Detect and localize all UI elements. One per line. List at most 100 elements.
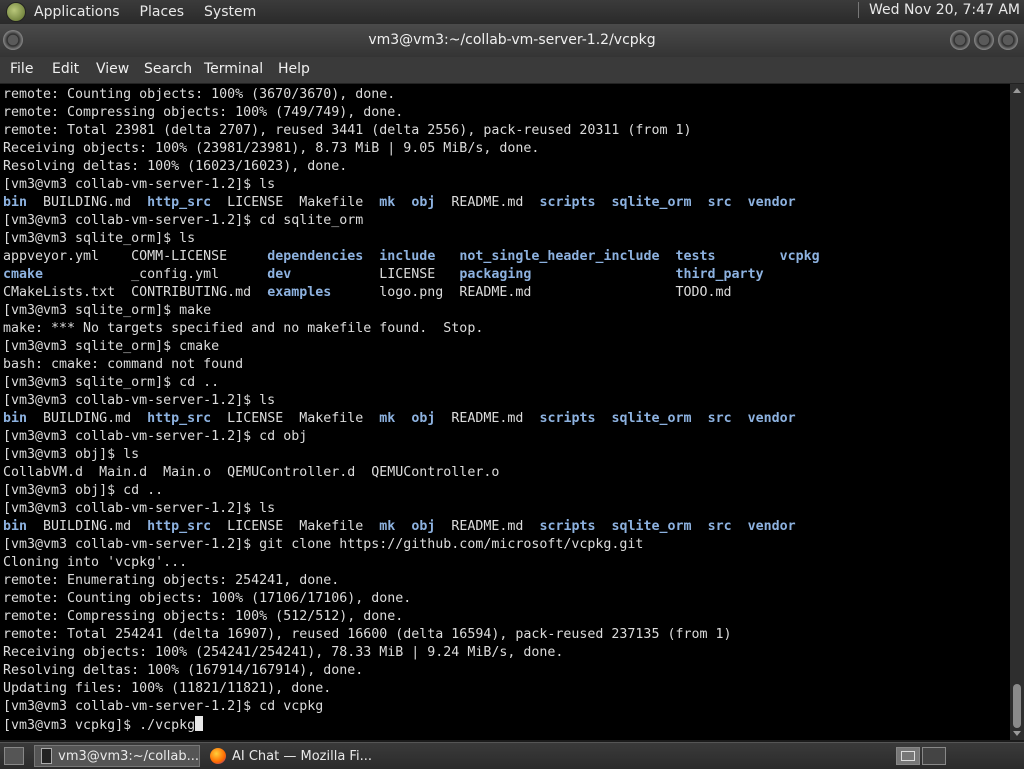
terminal-text: [vm3@vm3 collab-vm-server-1.2]$ cd sqlit… — [3, 213, 364, 228]
terminal-text: [vm3@vm3 collab-vm-server-1.2]$ ls — [3, 393, 276, 408]
directory-entry: dev — [267, 267, 292, 282]
top-panel-right: Wed Nov 20, 7:47 AM — [857, 2, 1020, 18]
applications-menu[interactable]: Applications — [34, 4, 120, 20]
system-menu[interactable]: System — [204, 4, 256, 20]
menu-edit[interactable]: Edit — [52, 61, 79, 77]
top-panel-left: Applications Places System — [6, 2, 276, 22]
directory-entry: vendor — [747, 411, 796, 426]
terminal-line: remote: Compressing objects: 100% (749/7… — [3, 104, 820, 122]
directory-entry: src — [707, 411, 732, 426]
terminal-text: remote: Counting objects: 100% (17106/17… — [3, 591, 412, 606]
terminal-text: BUILDING.md — [27, 411, 148, 426]
directory-entry: vendor — [747, 195, 796, 210]
menu-terminal[interactable]: Terminal — [204, 61, 263, 77]
terminal-text: Receiving objects: 100% (23981/23981), 8… — [3, 141, 540, 156]
terminal-line: [vm3@vm3 sqlite_orm]$ ls — [3, 230, 820, 248]
scroll-up-icon[interactable] — [1013, 88, 1021, 93]
terminal-text: BUILDING.md — [27, 195, 148, 210]
terminal-line: [vm3@vm3 sqlite_orm]$ make — [3, 302, 820, 320]
terminal-line: [vm3@vm3 sqlite_orm]$ cd .. — [3, 374, 820, 392]
taskbar-item-label: AI Chat — Mozilla Fi... — [232, 748, 372, 764]
terminal-text: [vm3@vm3 collab-vm-server-1.2]$ ls — [3, 501, 276, 516]
scrollbar-thumb[interactable] — [1013, 684, 1021, 728]
directory-entry: sqlite_orm — [611, 195, 692, 210]
taskbar-item-label: vm3@vm3:~/collab... — [58, 748, 199, 764]
terminal-line: [vm3@vm3 vcpkg]$ ./vcpkg — [3, 716, 820, 734]
terminal-text: remote: Counting objects: 100% (3670/367… — [3, 87, 396, 102]
terminal-line: [vm3@vm3 collab-vm-server-1.2]$ cd sqlit… — [3, 212, 820, 230]
terminal-text: [vm3@vm3 sqlite_orm]$ cd .. — [3, 375, 220, 390]
terminal-scrollbar[interactable] — [1010, 84, 1024, 740]
directory-entry: mk — [379, 195, 396, 210]
terminal-line: remote: Compressing objects: 100% (512/5… — [3, 608, 820, 626]
window-titlebar[interactable]: vm3@vm3:~/collab-vm-server-1.2/vcpkg — [0, 24, 1024, 57]
menu-help[interactable]: Help — [278, 61, 310, 77]
directory-entry: obj — [411, 195, 436, 210]
taskbar-item-firefox[interactable]: AI Chat — Mozilla Fi... — [204, 745, 374, 767]
terminal-text: remote: Total 23981 (delta 2707), reused… — [3, 123, 692, 138]
terminal-text: [vm3@vm3 collab-vm-server-1.2]$ ls — [3, 177, 276, 192]
workspace-window-preview — [901, 751, 915, 761]
terminal-line: [vm3@vm3 sqlite_orm]$ cmake — [3, 338, 820, 356]
terminal-text: [vm3@vm3 collab-vm-server-1.2]$ cd vcpkg — [3, 699, 324, 714]
maximize-button[interactable] — [974, 30, 994, 50]
terminal-output[interactable]: remote: Counting objects: 100% (3670/367… — [0, 84, 1010, 740]
workspace-2[interactable] — [922, 747, 946, 765]
directory-entry: scripts — [539, 519, 596, 534]
menu-file[interactable]: File — [10, 61, 33, 77]
menu-search[interactable]: Search — [144, 61, 192, 77]
terminal-text: bash: cmake: command not found — [3, 357, 244, 372]
terminal-text: LICENSE Makefile — [211, 519, 380, 534]
terminal-line: make: *** No targets specified and no ma… — [3, 320, 820, 338]
panel-separator — [857, 2, 859, 18]
terminal-line: remote: Counting objects: 100% (3670/367… — [3, 86, 820, 104]
scroll-down-icon[interactable] — [1013, 731, 1021, 736]
terminal-text: CollabVM.d Main.d Main.o QEMUController.… — [3, 465, 500, 480]
terminal-line: CMakeLists.txt CONTRIBUTING.md examples … — [3, 284, 820, 302]
terminal-line: remote: Counting objects: 100% (17106/17… — [3, 590, 820, 608]
terminal-text: Cloning into 'vcpkg'... — [3, 555, 188, 570]
terminal-text: Resolving deltas: 100% (16023/16023), do… — [3, 159, 348, 174]
close-button[interactable] — [998, 30, 1018, 50]
terminal-line: [vm3@vm3 collab-vm-server-1.2]$ ls — [3, 392, 820, 410]
terminal-text: BUILDING.md — [27, 519, 148, 534]
directory-entry: scripts — [539, 195, 596, 210]
terminal-line: bin BUILDING.md http_src LICENSE Makefil… — [3, 518, 820, 536]
directory-entry: obj — [411, 411, 436, 426]
firefox-icon — [210, 748, 226, 764]
terminal-line: [vm3@vm3 collab-vm-server-1.2]$ cd obj — [3, 428, 820, 446]
directory-entry: bin — [3, 411, 28, 426]
show-desktop-icon[interactable] — [4, 747, 24, 765]
minimize-button[interactable] — [950, 30, 970, 50]
terminal-line: [vm3@vm3 obj]$ cd .. — [3, 482, 820, 500]
terminal-line: appveyor.yml COMM-LICENSE dependencies i… — [3, 248, 820, 266]
workspace-1[interactable] — [896, 747, 920, 765]
menu-view[interactable]: View — [96, 61, 129, 77]
directory-entry: bin — [3, 519, 28, 534]
clock[interactable]: Wed Nov 20, 7:47 AM — [869, 2, 1020, 18]
terminal-text: README.md — [435, 195, 540, 210]
bottom-panel: vm3@vm3:~/collab... AI Chat — Mozilla Fi… — [0, 742, 1024, 769]
window-title: vm3@vm3:~/collab-vm-server-1.2/vcpkg — [368, 32, 656, 48]
terminal-line: [vm3@vm3 collab-vm-server-1.2]$ ls — [3, 500, 820, 518]
places-menu[interactable]: Places — [140, 4, 185, 20]
taskbar-item-terminal[interactable]: vm3@vm3:~/collab... — [34, 745, 200, 767]
terminal-text: [vm3@vm3 vcpkg]$ ./vcpkg — [3, 718, 196, 733]
terminal-line: remote: Total 23981 (delta 2707), reused… — [3, 122, 820, 140]
terminal-line: [vm3@vm3 obj]$ ls — [3, 446, 820, 464]
gnome-foot-icon[interactable] — [6, 2, 26, 22]
terminal-lines: remote: Counting objects: 100% (3670/367… — [3, 86, 820, 734]
directory-entry: http_src — [147, 195, 212, 210]
directory-entry: examples — [267, 285, 332, 300]
terminal-text: _config.yml — [43, 267, 268, 282]
